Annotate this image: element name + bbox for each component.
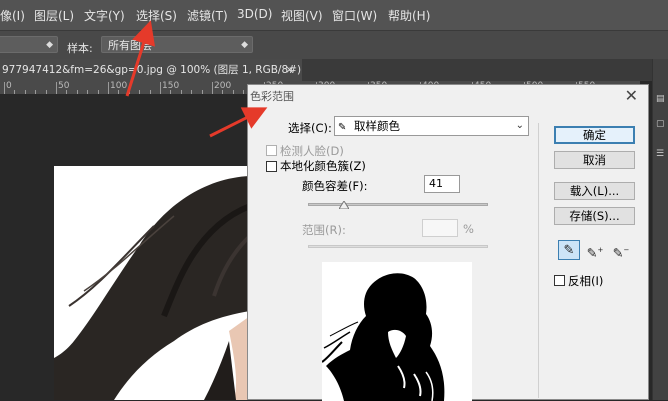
selection-preview <box>322 262 472 401</box>
fuzziness-slider[interactable] <box>308 203 488 206</box>
detect-faces-checkbox[interactable] <box>266 145 277 156</box>
ruler-tick <box>4 82 5 94</box>
eyedropper-minus-icon[interactable]: ✎− <box>610 240 632 261</box>
color-range-dialog: 色彩范围 ✕ 选择(C): ✎ 取样颜色 ⌄ 检测人脸(D) 本地化颜色簇(Z)… <box>247 84 649 401</box>
detect-faces-label: 检测人脸(D) <box>280 144 344 158</box>
cancel-button[interactable]: 取消 <box>554 151 635 169</box>
ruler-label: 50 <box>58 81 70 91</box>
document-tab-bar: 977947412&fm=26&gp=0.jpg @ 100% (图层 1, R… <box>0 59 668 81</box>
menu-select[interactable]: 选择(S) <box>136 7 177 24</box>
menu-view[interactable]: 视图(V) <box>281 7 323 24</box>
panel-tool-icon[interactable]: ▢ <box>656 119 665 129</box>
sample-select-value: 所有图层 <box>108 39 152 52</box>
invert-checkbox[interactable] <box>554 275 565 286</box>
range-input[interactable] <box>422 219 458 237</box>
menu-image[interactable]: 像(I) <box>0 7 25 24</box>
range-slider[interactable] <box>308 245 488 248</box>
menu-bar: 像(I) 图层(L) 文字(Y) 选择(S) 滤镜(T) 3D(D) 视图(V)… <box>0 0 668 30</box>
panel-arrange-icon[interactable]: ▤ <box>656 94 665 104</box>
ruler-label: 0 <box>6 81 12 91</box>
canvas-image <box>54 166 250 400</box>
ruler-tick <box>212 82 213 94</box>
dialog-divider <box>538 123 539 398</box>
fuzziness-input[interactable]: 41 <box>424 175 460 193</box>
range-unit: % <box>463 222 474 236</box>
chevron-updown-icon: ◆ <box>46 40 53 50</box>
dialog-title: 色彩范围 <box>250 90 294 103</box>
tool-preset-select[interactable]: ◆ <box>0 36 58 53</box>
tab-close-icon[interactable]: × <box>285 59 294 81</box>
menu-type[interactable]: 文字(Y) <box>84 7 125 24</box>
menu-filter[interactable]: 滤镜(T) <box>187 7 228 24</box>
select-dropdown-value: 取样颜色 <box>354 119 401 133</box>
document-tab-title: 977947412&fm=26&gp=0.jpg @ 100% (图层 1, R… <box>2 64 302 76</box>
load-button[interactable]: 载入(L)... <box>554 182 635 200</box>
eyedropper-icon[interactable]: ✎ <box>558 240 580 260</box>
options-bar: ◆ 样本: 所有图层 ◆ <box>0 30 668 59</box>
menu-window[interactable]: 窗口(W) <box>332 7 377 24</box>
ruler-tick <box>108 82 109 94</box>
fuzziness-slider-thumb[interactable] <box>339 201 349 209</box>
chevron-updown-icon: ◆ <box>241 40 248 50</box>
document-tab[interactable]: 977947412&fm=26&gp=0.jpg @ 100% (图层 1, R… <box>0 59 302 81</box>
fuzziness-label: 颜色容差(F): <box>302 179 368 193</box>
ruler-tick <box>160 82 161 94</box>
menu-help[interactable]: 帮助(H) <box>388 7 430 24</box>
mask-preview-illustration <box>322 273 445 401</box>
localized-clusters-checkbox[interactable] <box>266 161 277 172</box>
menu-3d[interactable]: 3D(D) <box>237 7 272 21</box>
sample-label: 样本: <box>67 42 93 55</box>
close-icon[interactable]: ✕ <box>625 86 638 105</box>
invert-label: 反相(I) <box>568 274 604 288</box>
ruler-tick <box>56 82 57 94</box>
right-panel-strip: ▤ ▢ ☰ <box>652 59 668 400</box>
sample-select[interactable]: 所有图层 ◆ <box>101 36 253 53</box>
eyedropper-plus-icon[interactable]: ✎+ <box>584 240 606 261</box>
menu-layer[interactable]: 图层(L) <box>34 7 74 24</box>
chevron-down-icon: ⌄ <box>515 120 524 131</box>
range-label: 范围(R): <box>302 223 346 237</box>
eyedropper-icon: ✎ <box>338 122 347 133</box>
select-dropdown[interactable]: ✎ 取样颜色 ⌄ <box>334 116 529 136</box>
localized-clusters-label: 本地化颜色簇(Z) <box>280 159 366 173</box>
hair-photo-illustration <box>54 176 250 400</box>
ok-button[interactable]: 确定 <box>554 126 635 144</box>
save-button[interactable]: 存储(S)... <box>554 207 635 225</box>
select-label: 选择(C): <box>288 121 332 135</box>
panel-settings-icon[interactable]: ☰ <box>656 149 664 159</box>
